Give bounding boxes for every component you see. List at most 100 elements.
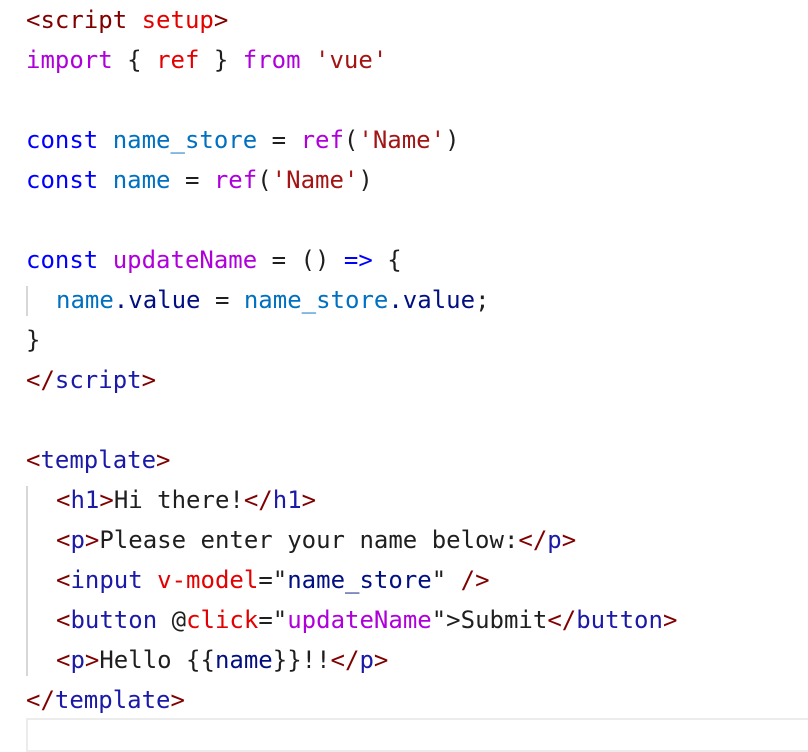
indent-guide: [26, 600, 56, 640]
code-token: updateName: [287, 606, 432, 634]
code-line[interactable]: const name_store = ref('Name'): [26, 120, 808, 160]
code-line[interactable]: name.value = name_store.value;: [26, 280, 808, 320]
code-token: =": [258, 606, 288, 634]
code-token: >: [141, 366, 157, 394]
code-token: name_store: [243, 286, 389, 314]
code-token: =>: [343, 246, 373, 274]
code-token: 'vue': [315, 46, 388, 74]
code-token: </: [547, 606, 577, 634]
code-line[interactable]: <p>Please enter your name below:</p>: [26, 520, 808, 560]
code-line[interactable]: </script>: [26, 360, 808, 400]
code-line[interactable]: <script setup>: [26, 0, 808, 40]
code-token: (: [343, 126, 359, 154]
code-token: }}!!: [272, 646, 331, 674]
code-token: Hello {{: [99, 646, 215, 674]
indent-guide: [26, 520, 56, 560]
code-token: p: [547, 526, 562, 554]
code-token: <: [56, 526, 71, 554]
code-line[interactable]: <h1>Hi there!</h1>: [26, 480, 808, 520]
code-line[interactable]: </template>: [26, 680, 808, 720]
code-token: template: [54, 686, 171, 714]
code-token: <: [26, 6, 41, 34]
code-area[interactable]: <script setup>import { ref } from 'vue'​…: [26, 0, 808, 720]
code-token: >: [84, 526, 100, 554]
code-line[interactable]: ​: [26, 80, 808, 120]
code-editor[interactable]: <script setup>import { ref } from 'vue'​…: [0, 0, 808, 752]
code-token: >: [373, 646, 389, 674]
code-token: =: [170, 166, 214, 194]
code-token: name: [56, 286, 114, 314]
code-token: ">: [431, 606, 461, 634]
code-token: const: [26, 126, 99, 154]
code-line[interactable]: <input v-model="name_store" />: [26, 560, 808, 600]
code-token: 'Name': [271, 166, 359, 194]
code-token: Please enter your name below:: [99, 526, 519, 554]
indent-guide: [26, 560, 56, 600]
code-line[interactable]: ​: [26, 400, 808, 440]
code-token: =": [258, 566, 288, 594]
code-token: >: [213, 6, 229, 34]
code-line[interactable]: const name = ref('Name'): [26, 160, 808, 200]
code-token: const: [26, 166, 99, 194]
code-token: </: [26, 366, 55, 394]
code-token: .value: [113, 286, 201, 314]
code-token: ": [431, 566, 461, 594]
code-token: 'Name': [358, 126, 446, 154]
code-token: v-model: [157, 566, 259, 594]
code-token: button: [576, 606, 663, 634]
code-token: name_store: [112, 126, 258, 154]
code-token: p: [70, 526, 85, 554]
code-token: h1: [70, 486, 100, 514]
code-token: name: [112, 166, 171, 194]
code-line[interactable]: }: [26, 320, 808, 360]
code-token: .value: [388, 286, 476, 314]
code-token: =: [200, 286, 244, 314]
code-token: <: [26, 446, 41, 474]
code-token: ref: [213, 166, 258, 194]
code-token: @: [157, 606, 187, 634]
code-token: p: [359, 646, 374, 674]
code-line[interactable]: import { ref } from 'vue': [26, 40, 808, 80]
code-token: input: [70, 566, 143, 594]
code-token: >: [301, 486, 317, 514]
code-token: <: [56, 646, 71, 674]
code-token: }: [26, 326, 41, 354]
code-token: ref: [300, 126, 344, 154]
code-token: (: [257, 166, 272, 194]
code-token: button: [70, 606, 158, 634]
code-token: <: [56, 606, 71, 634]
code-token: updateName: [112, 246, 258, 274]
code-line[interactable]: ​: [26, 200, 808, 240]
code-token: click: [186, 606, 259, 634]
code-token: ): [445, 126, 460, 154]
code-token: from: [242, 46, 301, 74]
indent-guide: [26, 480, 56, 520]
code-token: <: [56, 566, 71, 594]
indent-guide: [26, 280, 56, 320]
code-token: = (): [257, 246, 344, 274]
code-token: >: [99, 486, 114, 514]
code-token: ): [358, 166, 373, 194]
indent-guide: [26, 640, 56, 680]
code-token: name_store: [287, 566, 432, 594]
code-line[interactable]: <p>Hello {{name}}!!</p>: [26, 640, 808, 680]
code-line[interactable]: <template>: [26, 440, 808, 480]
code-token: {: [372, 246, 402, 274]
code-token: p: [70, 646, 85, 674]
code-token: </: [243, 486, 273, 514]
code-token: </: [26, 686, 55, 714]
code-token: </: [518, 526, 548, 554]
code-token: template: [40, 446, 157, 474]
code-token: import: [26, 46, 113, 74]
code-token: >: [156, 446, 171, 474]
code-line[interactable]: <button @click="updateName">Submit</butt…: [26, 600, 808, 640]
code-line[interactable]: const updateName = () => {: [26, 240, 808, 280]
code-token: Hi there!: [113, 486, 244, 514]
current-line-highlight[interactable]: [26, 718, 808, 752]
code-token: ;: [475, 286, 490, 314]
